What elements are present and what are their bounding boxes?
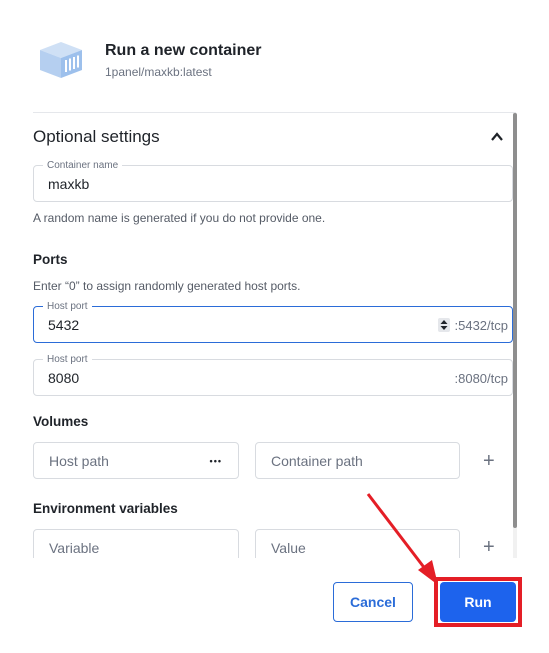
number-stepper-icon[interactable]	[438, 318, 450, 332]
ports-hint: Enter “0” to assign randomly generated h…	[33, 279, 301, 293]
scrollbar-thumb[interactable]	[513, 113, 517, 528]
container-name-label: Container name	[43, 159, 123, 172]
env-value-placeholder: Value	[271, 540, 306, 556]
host-port-field-2[interactable]: Host port 8080 :8080/tcp	[33, 353, 513, 396]
container-path-placeholder: Container path	[271, 453, 363, 469]
run-button-highlight	[434, 577, 522, 627]
dialog-header: Run a new container 1panel/maxkb:latest	[0, 0, 549, 112]
dialog-title: Run a new container	[105, 42, 262, 59]
container-port-suffix: :8080/tcp	[454, 371, 509, 386]
env-vars-title: Environment variables	[33, 501, 178, 516]
env-variable-placeholder: Variable	[49, 540, 100, 556]
volumes-title: Volumes	[33, 414, 89, 429]
add-env-var-icon[interactable]: +	[483, 537, 495, 557]
host-port-label: Host port	[43, 300, 92, 313]
host-port-field-1[interactable]: Host port 5432 :5432/tcp	[33, 300, 513, 343]
container-name-value[interactable]: maxkb	[48, 176, 89, 192]
chevron-up-icon[interactable]	[489, 129, 505, 145]
container-name-hint: A random name is generated if you do not…	[33, 211, 326, 225]
host-port-value[interactable]: 8080	[48, 370, 79, 386]
host-path-input[interactable]: Host path •••	[33, 442, 239, 479]
container-cube-icon	[40, 42, 82, 78]
ports-title: Ports	[33, 252, 68, 267]
container-name-field[interactable]: Container name maxkb	[33, 159, 513, 202]
browse-more-icon[interactable]: •••	[210, 456, 222, 466]
optional-settings-title: Optional settings	[33, 127, 160, 146]
host-path-placeholder: Host path	[49, 453, 109, 469]
cancel-button[interactable]: Cancel	[333, 582, 413, 622]
container-port-suffix: :5432/tcp	[454, 318, 509, 333]
add-volume-icon[interactable]: +	[483, 451, 495, 471]
env-variable-input[interactable]: Variable	[33, 529, 239, 558]
container-path-input[interactable]: Container path	[255, 442, 460, 479]
image-name: 1panel/maxkb:latest	[105, 65, 212, 79]
host-port-value[interactable]: 5432	[48, 317, 79, 333]
annotation-arrow-icon	[366, 493, 438, 585]
host-port-label: Host port	[43, 353, 92, 366]
